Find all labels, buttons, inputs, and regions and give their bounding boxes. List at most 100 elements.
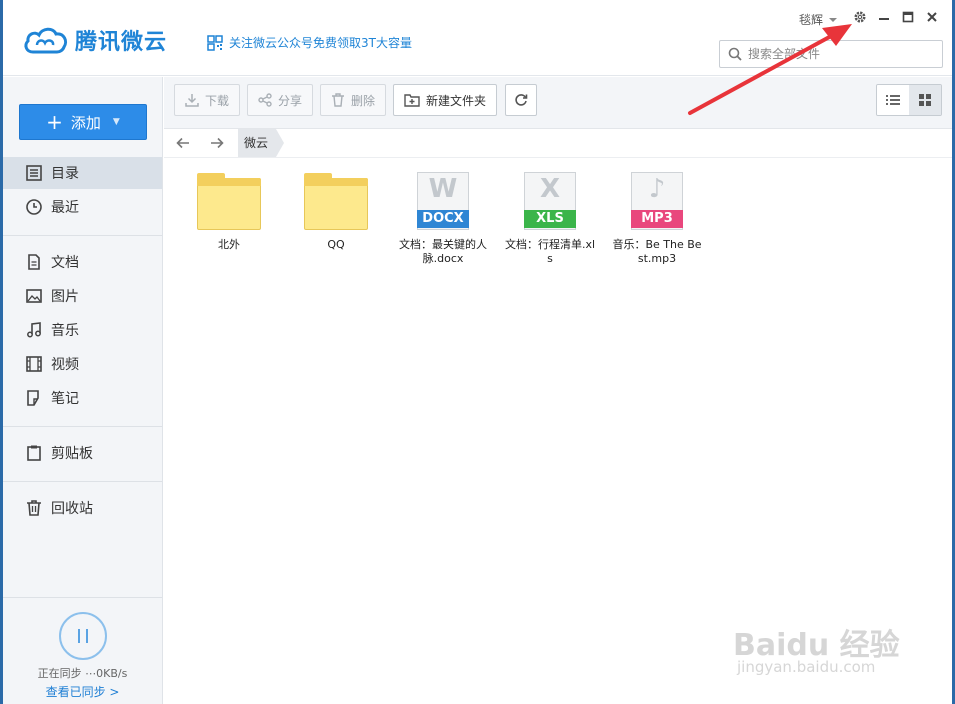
file-name: 音乐：Be The Best.mp3 <box>612 238 702 265</box>
sidebar-item-recent[interactable]: 最近 <box>3 191 162 223</box>
sidebar-item-label: 音乐 <box>51 323 79 339</box>
sidebar-item-label: 笔记 <box>51 391 79 407</box>
new-folder-icon <box>404 94 420 107</box>
grid-view-icon <box>919 94 931 106</box>
breadcrumb-root[interactable]: 微云 <box>238 129 285 157</box>
promo-text: 关注微云公众号免费领取3T大容量 <box>229 36 412 50</box>
list-view-icon <box>886 95 900 105</box>
sync-panel: 正在同步 ⋯0KB/s 查看已同步 > <box>3 597 162 704</box>
folder-icon <box>196 172 262 232</box>
user-name: 毯辉 <box>799 13 824 27</box>
watermark-sub: jingyan.baidu.com <box>737 658 876 676</box>
file-item-xls[interactable]: X XLS 文档：行程清单.xls <box>500 172 600 266</box>
sidebar-item-clipboard[interactable]: 剪贴板 <box>3 437 162 469</box>
toolbar: 下载 分享 删除 新建文件夹 <box>164 77 952 129</box>
minimize-icon <box>879 18 889 20</box>
new-folder-button[interactable]: 新建文件夹 <box>393 84 498 116</box>
search-input[interactable] <box>748 47 928 61</box>
watermark: Baidu 经验 jingyan.baidu.com <box>733 600 933 690</box>
film-icon <box>26 356 42 372</box>
maximize-button[interactable] <box>899 8 917 26</box>
close-button[interactable] <box>923 8 941 26</box>
app-window: 腾讯微云 关注微云公众号免费领取3T大容量 毯辉 搜索全部文件 + 添加 ▼ 目… <box>3 0 952 704</box>
window-controls <box>851 8 941 26</box>
sync-pause-button[interactable] <box>59 612 107 660</box>
sidebar-item-trash[interactable]: 回收站 <box>3 492 162 524</box>
sidebar-item-label: 最近 <box>51 200 79 216</box>
audio-file-icon: ♪ MP3 <box>624 172 690 232</box>
search-icon <box>728 47 742 61</box>
qrcode-icon <box>207 34 223 51</box>
list-icon <box>26 165 42 181</box>
sidebar-item-music[interactable]: 音乐 <box>3 314 162 346</box>
app-logo: 腾讯微云 <box>23 24 167 56</box>
refresh-icon <box>515 94 528 106</box>
sidebar-item-label: 图片 <box>51 289 79 305</box>
document-icon <box>28 254 40 270</box>
trash-icon <box>332 93 344 107</box>
settings-button[interactable] <box>851 8 869 26</box>
back-button[interactable] <box>166 129 200 157</box>
file-item-folder[interactable]: 北外 <box>179 172 279 252</box>
sidebar-item-label: 文档 <box>51 255 79 271</box>
file-item-docx[interactable]: W DOCX 文档：最关键的人脉.docx <box>393 172 493 266</box>
sidebar-divider <box>3 426 162 427</box>
sidebar-item-images[interactable]: 图片 <box>3 280 162 312</box>
add-button-label: 添加 <box>70 113 101 132</box>
sidebar-divider <box>3 481 162 482</box>
view-toggle <box>876 84 942 116</box>
sidebar-item-label: 视频 <box>51 357 79 373</box>
minimize-button[interactable] <box>875 8 893 26</box>
note-icon <box>27 390 39 406</box>
sidebar-item-notes[interactable]: 笔记 <box>3 382 162 414</box>
refresh-button[interactable] <box>505 84 537 116</box>
delete-button[interactable]: 删除 <box>320 84 387 116</box>
search-box[interactable] <box>719 40 943 68</box>
cloud-logo-icon <box>24 27 68 54</box>
download-icon <box>185 94 199 107</box>
title-bar: 腾讯微云 关注微云公众号免费领取3T大容量 毯辉 <box>3 0 952 76</box>
sidebar-item-label: 剪贴板 <box>51 446 93 462</box>
clock-icon <box>26 199 42 215</box>
trash-icon <box>27 500 41 516</box>
view-synced-link[interactable]: 查看已同步 > <box>3 683 162 700</box>
app-title: 腾讯微云 <box>75 30 168 55</box>
promo-link[interactable]: 关注微云公众号免费领取3T大容量 <box>207 34 412 51</box>
forward-button[interactable] <box>200 129 234 157</box>
pause-icon <box>78 629 88 643</box>
arrow-left-icon <box>176 137 189 149</box>
sidebar-item-documents[interactable]: 文档 <box>3 246 162 278</box>
sidebar: + 添加 ▼ 目录 最近 文档 图片 音乐 视频 笔记 剪贴板 回收站 正在同步… <box>3 77 163 704</box>
sidebar-item-label: 回收站 <box>51 501 93 517</box>
file-item-mp3[interactable]: ♪ MP3 音乐：Be The Best.mp3 <box>607 172 707 266</box>
add-button[interactable]: + 添加 ▼ <box>19 104 147 140</box>
file-item-folder[interactable]: QQ <box>286 172 386 252</box>
maximize-icon <box>902 11 914 23</box>
image-icon <box>26 289 42 303</box>
close-icon <box>927 12 937 22</box>
plus-icon: + <box>46 110 63 134</box>
list-view-button[interactable] <box>877 85 909 115</box>
grid-view-button[interactable] <box>909 85 941 115</box>
clipboard-icon <box>27 445 41 461</box>
arrow-right-icon <box>211 137 224 149</box>
file-name: 文档：行程清单.xls <box>504 238 596 265</box>
sidebar-divider <box>3 235 162 236</box>
caret-down-icon: ▼ <box>112 117 120 127</box>
user-menu[interactable]: 毯辉 <box>799 11 839 28</box>
sidebar-item-video[interactable]: 视频 <box>3 348 162 380</box>
sync-status: 正在同步 ⋯0KB/s <box>37 667 128 680</box>
breadcrumb: 微云 <box>164 129 952 158</box>
excel-document-icon: X XLS <box>517 172 583 232</box>
gear-icon <box>854 11 866 23</box>
file-name: 北外 <box>218 238 240 251</box>
folder-icon <box>303 172 369 232</box>
share-button[interactable]: 分享 <box>247 84 314 116</box>
sidebar-item-directory[interactable]: 目录 <box>3 157 162 189</box>
share-icon <box>258 93 272 107</box>
download-button[interactable]: 下载 <box>174 84 241 116</box>
file-name: 文档：最关键的人脉.docx <box>399 238 487 265</box>
word-document-icon: W DOCX <box>410 172 476 232</box>
chevron-down-icon <box>829 17 838 22</box>
file-name: QQ <box>327 238 345 251</box>
